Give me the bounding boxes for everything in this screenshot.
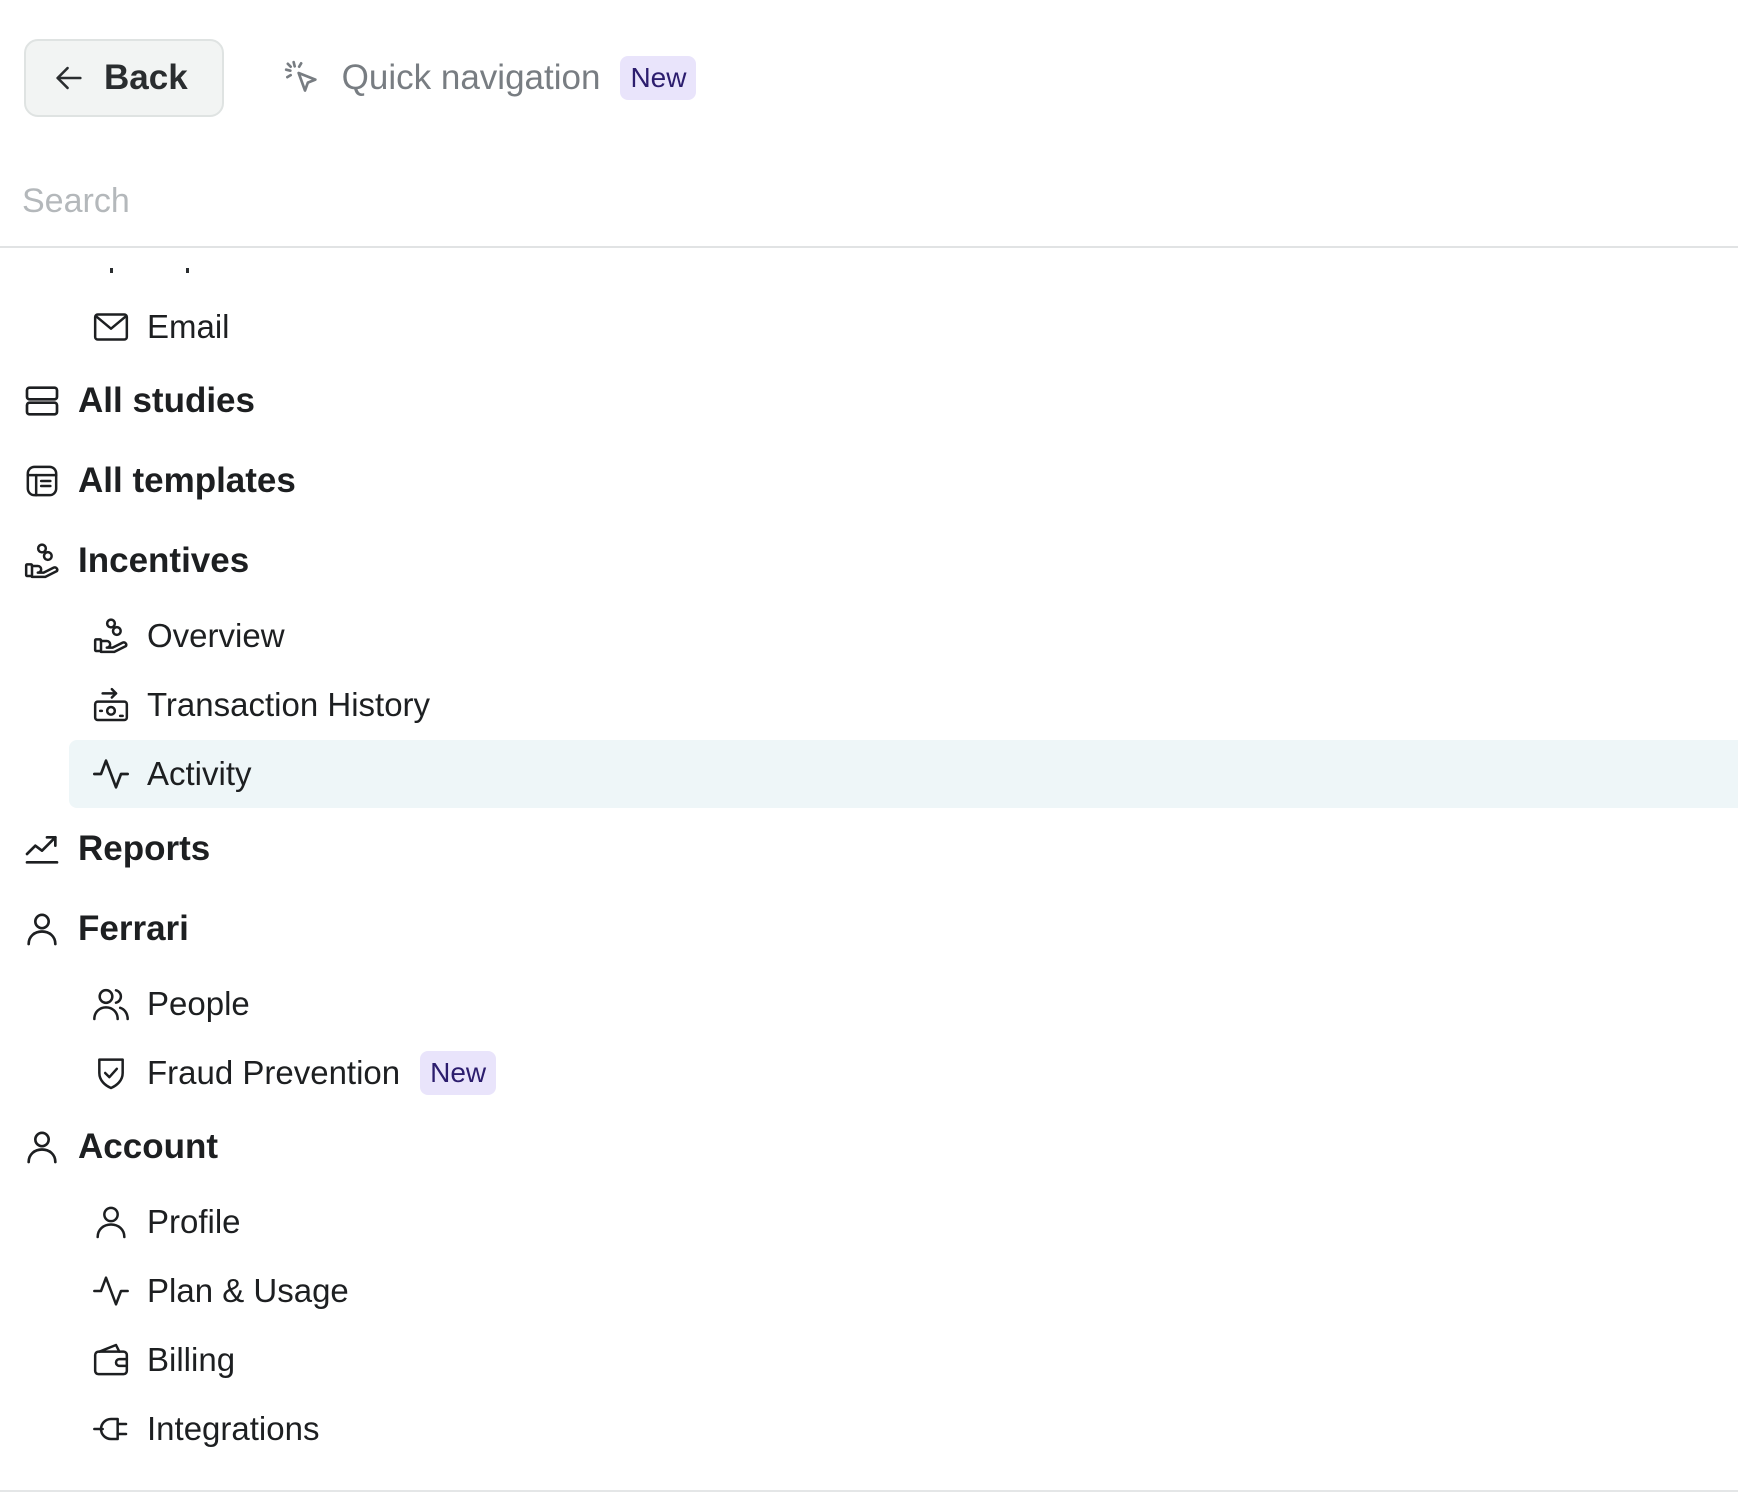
users-icon <box>91 984 131 1024</box>
plug-icon <box>91 1409 131 1449</box>
divider <box>0 1490 1738 1492</box>
template-icon <box>22 461 62 501</box>
back-button-label: Back <box>104 58 188 97</box>
activity-icon <box>91 1271 131 1311</box>
nav-item-overview[interactable]: Overview <box>69 602 1738 670</box>
nav-item-label: Fraud Prevention <box>147 1054 401 1091</box>
nav-item-label: Transaction History <box>147 686 431 723</box>
nav-item-label: Account <box>78 1127 218 1166</box>
nav-item-label: Plan & Usage <box>147 1272 349 1309</box>
nav-item-all-templates[interactable]: All templates <box>22 448 296 514</box>
header: Back Quick navigation New <box>24 38 697 118</box>
nav-item-label: Billing <box>147 1341 236 1378</box>
user-icon <box>22 909 62 949</box>
shield-check-icon <box>91 1053 131 1093</box>
nav-item-billing[interactable]: Billing <box>69 1326 1738 1394</box>
activity-icon <box>91 754 131 794</box>
trending-up-icon <box>22 829 62 869</box>
arrow-left-icon <box>52 61 86 95</box>
nav-item-activity[interactable]: Activity <box>69 740 1738 808</box>
search-input[interactable] <box>22 174 1622 228</box>
nav-item-label: Ferrari <box>78 909 189 948</box>
nav-item-fraud-prevention[interactable]: Fraud Prevention New <box>69 1039 1738 1107</box>
nav-item-transaction-history[interactable]: Transaction History <box>69 671 1738 739</box>
nav-item-plan-usage[interactable]: Plan & Usage <box>69 1257 1738 1325</box>
nav-item-profile[interactable]: Profile <box>69 1188 1738 1256</box>
navigation-list: Email All studies All templates Incentiv… <box>0 250 1738 1490</box>
user-icon <box>91 1202 131 1242</box>
quick-navigation-title: Quick navigation New <box>282 56 697 100</box>
nav-item-ferrari[interactable]: Ferrari <box>22 896 189 962</box>
nav-item-incentives[interactable]: Incentives <box>22 528 249 594</box>
nav-item-integrations[interactable]: Integrations <box>69 1395 1738 1463</box>
nav-item-account[interactable]: Account <box>22 1114 218 1180</box>
nav-item-label: All studies <box>78 381 255 420</box>
nav-item-label: Email <box>147 308 230 345</box>
nav-item-email[interactable]: Email <box>69 293 1738 361</box>
hand-coins-icon <box>91 616 131 656</box>
nav-item-label: People <box>147 985 250 1022</box>
nav-item-label: Reports <box>78 829 211 868</box>
nav-item-all-studies[interactable]: All studies <box>22 368 255 434</box>
new-badge: New <box>420 1051 497 1095</box>
back-button[interactable]: Back <box>24 39 224 117</box>
nav-item-label: Profile <box>147 1203 241 1240</box>
nav-item-people[interactable]: People <box>69 970 1738 1038</box>
search-bar <box>0 160 1738 248</box>
hand-coins-icon <box>22 541 62 581</box>
nav-item-label: Integrations <box>147 1410 320 1447</box>
quick-navigation-panel: Back Quick navigation New Search Email A… <box>0 0 1738 1512</box>
clipped-item <box>0 250 1738 276</box>
user-icon <box>22 1127 62 1167</box>
stack-icon <box>22 381 62 421</box>
money-transfer-icon <box>91 685 131 725</box>
new-badge: New <box>620 56 697 100</box>
nav-item-reports[interactable]: Reports <box>22 816 210 882</box>
nav-item-label: Incentives <box>78 541 250 580</box>
mail-icon <box>91 307 131 347</box>
wallet-icon <box>91 1340 131 1380</box>
quick-navigation-label: Quick navigation <box>341 58 601 97</box>
nav-item-label: Activity <box>147 755 252 792</box>
nav-item-label: Overview <box>147 617 285 654</box>
nav-item-label: All templates <box>78 461 296 500</box>
cursor-click-icon <box>282 58 322 98</box>
